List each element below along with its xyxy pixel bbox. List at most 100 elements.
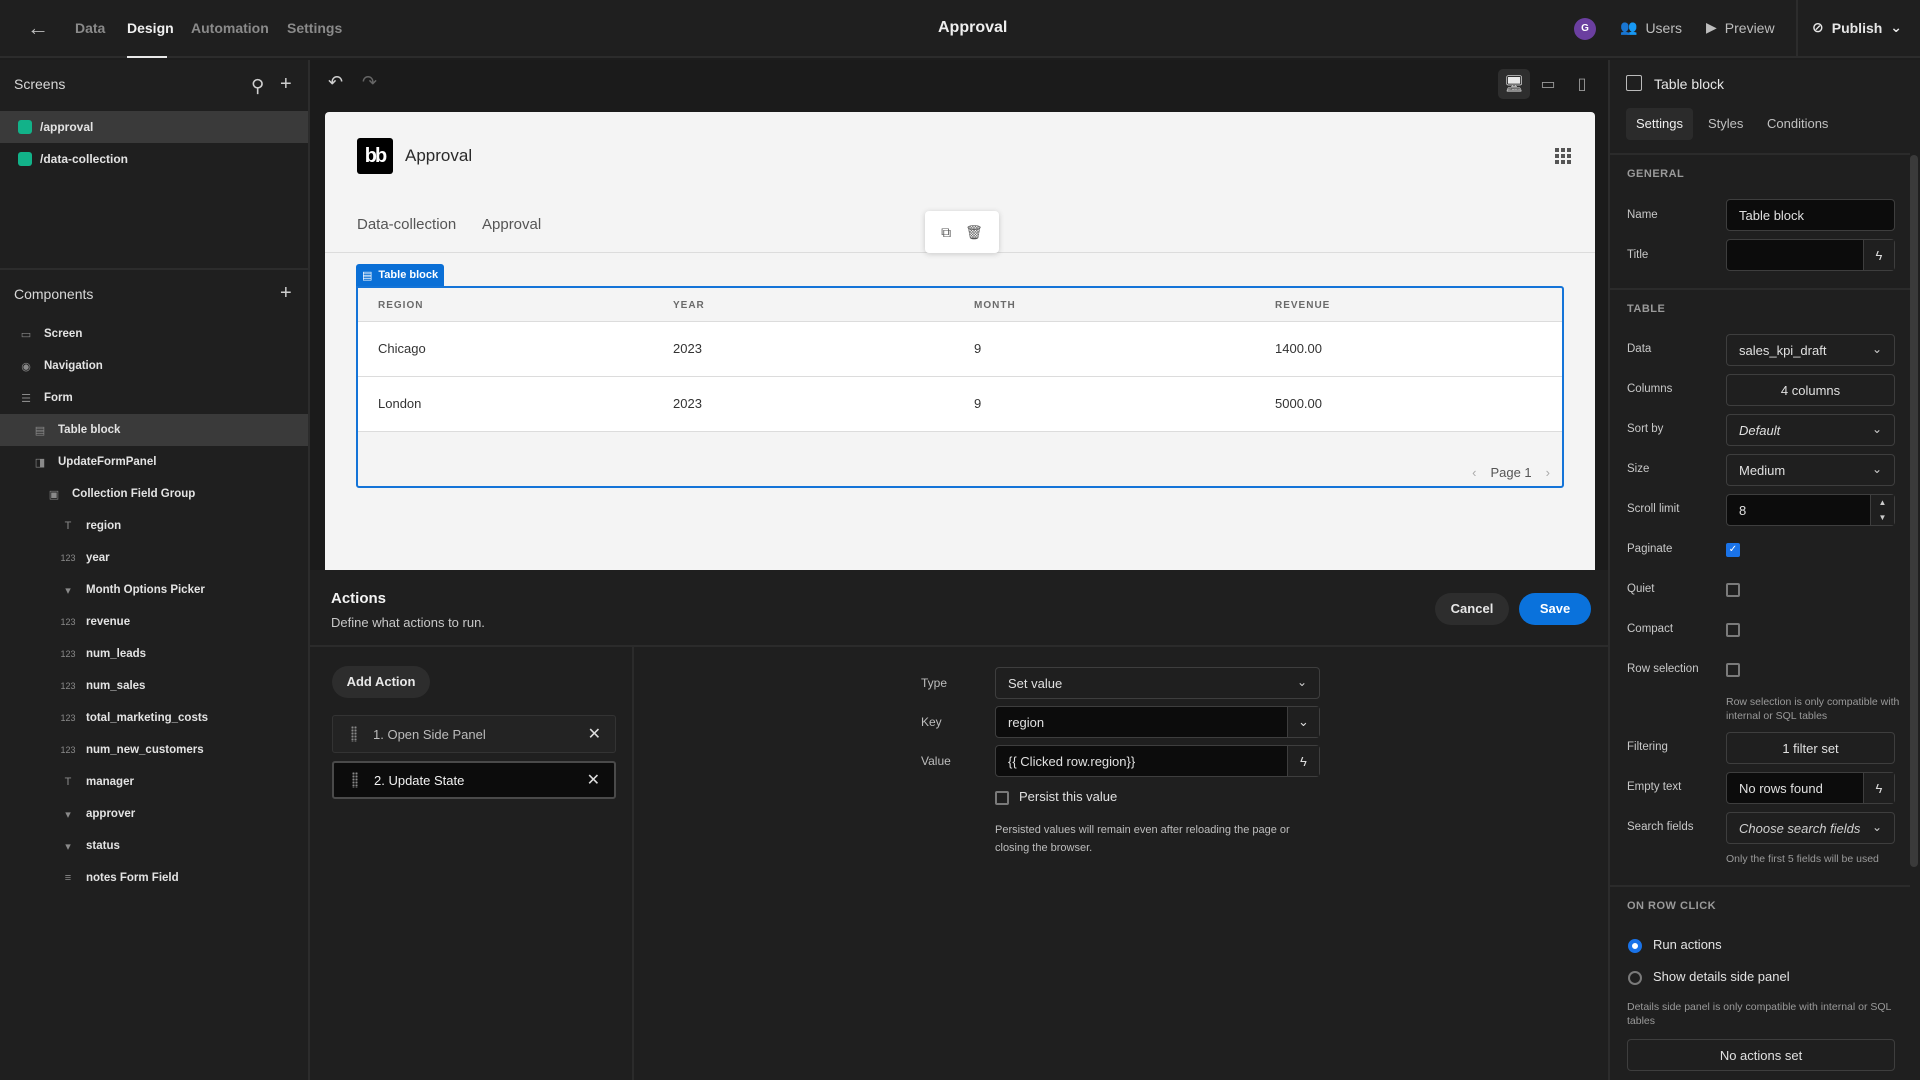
table-block[interactable]: REGION YEAR MONTH REVENUE Chicago 2023 9… [356, 286, 1564, 488]
column-header[interactable]: MONTH [974, 300, 1016, 311]
tab-settings[interactable]: Settings [1626, 108, 1693, 140]
close-icon[interactable]: ✕ [587, 770, 600, 790]
avatar[interactable]: G [1574, 18, 1596, 40]
quiet-checkbox[interactable] [1726, 583, 1740, 597]
text-field-icon: T [64, 520, 72, 532]
type-select[interactable]: Set value ⌄ [995, 667, 1320, 699]
prev-page-icon[interactable]: ‹ [1472, 465, 1476, 480]
tab-styles[interactable]: Styles [1698, 108, 1753, 140]
size-select[interactable]: Medium ⌄ [1726, 454, 1895, 486]
component-item[interactable]: ▣ Collection Field Group [0, 478, 308, 510]
users-button[interactable]: 👥 Users [1620, 19, 1682, 36]
column-header[interactable]: REGION [378, 300, 423, 311]
paginate-checkbox[interactable]: ✓ [1726, 543, 1740, 557]
nav-link-approval[interactable]: Approval [482, 216, 541, 233]
component-item[interactable]: ◉ Navigation [0, 350, 308, 382]
screen-item-data-collection[interactable]: /data-collection [0, 143, 308, 175]
canvas-area: ↶ ↷ 🖥 ▭ ▯ bb Approval Data-collection Ap… [310, 60, 1608, 572]
tab-automation[interactable]: Automation [191, 20, 269, 36]
scrollbar[interactable] [1910, 155, 1918, 867]
add-action-button[interactable]: Add Action [332, 666, 430, 698]
table-row[interactable]: London 2023 9 5000.00 [358, 377, 1562, 432]
save-button[interactable]: Save [1519, 593, 1591, 625]
search-icon[interactable]: ⚲ [251, 77, 264, 95]
tab-data[interactable]: Data [75, 20, 105, 36]
back-arrow-icon[interactable]: ← [26, 16, 50, 40]
cancel-button[interactable]: Cancel [1435, 593, 1509, 625]
run-actions-radio[interactable] [1628, 939, 1642, 953]
action-item[interactable]: 1. Open Side Panel ✕ [332, 715, 616, 753]
table-block-tag[interactable]: ▤ Table block [356, 264, 445, 286]
component-item[interactable]: ▾ approver [0, 798, 308, 830]
tab-settings[interactable]: Settings [287, 20, 342, 36]
persist-checkbox[interactable] [995, 791, 1009, 805]
sortby-select[interactable]: Default ⌄ [1726, 414, 1895, 446]
component-item[interactable]: 123 num_sales [0, 670, 308, 702]
no-actions-button[interactable]: No actions set [1627, 1039, 1895, 1071]
publish-button[interactable]: ⊘ Publish ⌄ [1812, 19, 1902, 36]
drag-handle-icon[interactable] [352, 772, 358, 788]
scroll-limit-input[interactable]: 8 ▲ ▼ [1726, 494, 1895, 526]
duplicate-icon[interactable]: ⧉ [941, 224, 951, 241]
row-selection-checkbox[interactable] [1726, 663, 1740, 677]
row-selection-note: Row selection is only compatible with in… [1726, 696, 1900, 722]
component-item[interactable]: ▾ Month Options Picker [0, 574, 308, 606]
add-component-icon[interactable]: + [280, 283, 292, 303]
columns-button[interactable]: 4 columns [1726, 374, 1895, 406]
component-item[interactable]: Tregion [0, 510, 308, 542]
nav-link-data-collection[interactable]: Data-collection [357, 216, 456, 233]
preview-button[interactable]: ▶ Preview [1706, 19, 1775, 36]
close-icon[interactable]: ✕ [588, 724, 601, 744]
add-screen-icon[interactable]: + [280, 74, 292, 94]
show-details-radio[interactable] [1628, 971, 1642, 985]
table-row[interactable]: Chicago 2023 9 1400.00 [358, 322, 1562, 377]
app-grid-icon[interactable] [1555, 148, 1571, 164]
desktop-view-icon[interactable]: 🖥 [1498, 69, 1530, 99]
component-item[interactable]: ◨ UpdateFormPanel [0, 446, 308, 478]
undo-icon[interactable]: ↶ [328, 72, 343, 93]
component-item[interactable]: ▾ status [0, 830, 308, 862]
key-input[interactable]: region ⌄ [995, 706, 1320, 738]
component-item[interactable]: 123 num_new_customers [0, 734, 308, 766]
chevron-down-icon[interactable]: ▼ [1879, 513, 1887, 522]
active-tab-indicator [127, 56, 167, 58]
divider [1610, 885, 1910, 887]
component-item[interactable]: ≡ notes Form Field [0, 862, 308, 894]
redo-icon[interactable]: ↷ [362, 72, 377, 93]
chevron-down-icon[interactable]: ⌄ [1287, 707, 1319, 737]
stepper[interactable]: ▲ ▼ [1870, 495, 1894, 525]
column-header[interactable]: YEAR [673, 300, 705, 311]
component-item[interactable]: ▤ Table block [0, 414, 308, 446]
tablet-view-icon[interactable]: ▭ [1532, 69, 1564, 99]
lightning-bolt-icon[interactable]: ϟ [1863, 773, 1894, 803]
title-input[interactable]: ϟ [1726, 239, 1895, 271]
name-input[interactable]: Table block [1726, 199, 1895, 231]
component-item[interactable]: 123 total_marketing_costs [0, 702, 308, 734]
drag-handle-icon[interactable] [351, 726, 357, 742]
chevron-up-icon[interactable]: ▲ [1879, 498, 1887, 507]
tab-design[interactable]: Design [127, 20, 174, 36]
empty-text-input[interactable]: No rows found ϟ [1726, 772, 1895, 804]
component-item[interactable]: 123 num_leads [0, 638, 308, 670]
tab-conditions[interactable]: Conditions [1757, 108, 1838, 140]
compact-checkbox[interactable] [1726, 623, 1740, 637]
lightning-bolt-icon[interactable]: ϟ [1863, 240, 1894, 270]
component-item[interactable]: Tmanager [0, 766, 308, 798]
mobile-view-icon[interactable]: ▯ [1566, 69, 1598, 99]
search-fields-select[interactable]: Choose search fields ⌄ [1726, 812, 1895, 844]
action-item-selected[interactable]: 2. Update State ✕ [332, 761, 616, 799]
column-header[interactable]: REVENUE [1275, 300, 1330, 311]
component-item[interactable]: ☰ Form [0, 382, 308, 414]
screen-item-approval[interactable]: /approval [0, 111, 308, 143]
data-select[interactable]: sales_kpi_draft ⌄ [1726, 334, 1895, 366]
component-item[interactable]: 123 revenue [0, 606, 308, 638]
component-label: Form [44, 392, 73, 404]
columns-value: 4 columns [1780, 382, 1841, 398]
component-item[interactable]: ▭ Screen [0, 318, 308, 350]
trash-icon[interactable]: 🗑 [965, 224, 983, 241]
value-input[interactable]: {{ Clicked row.region}} ϟ [995, 745, 1320, 777]
component-item[interactable]: 123 year [0, 542, 308, 574]
filtering-button[interactable]: 1 filter set [1726, 732, 1895, 764]
next-page-icon[interactable]: › [1546, 465, 1550, 480]
lightning-bolt-icon[interactable]: ϟ [1287, 746, 1319, 776]
